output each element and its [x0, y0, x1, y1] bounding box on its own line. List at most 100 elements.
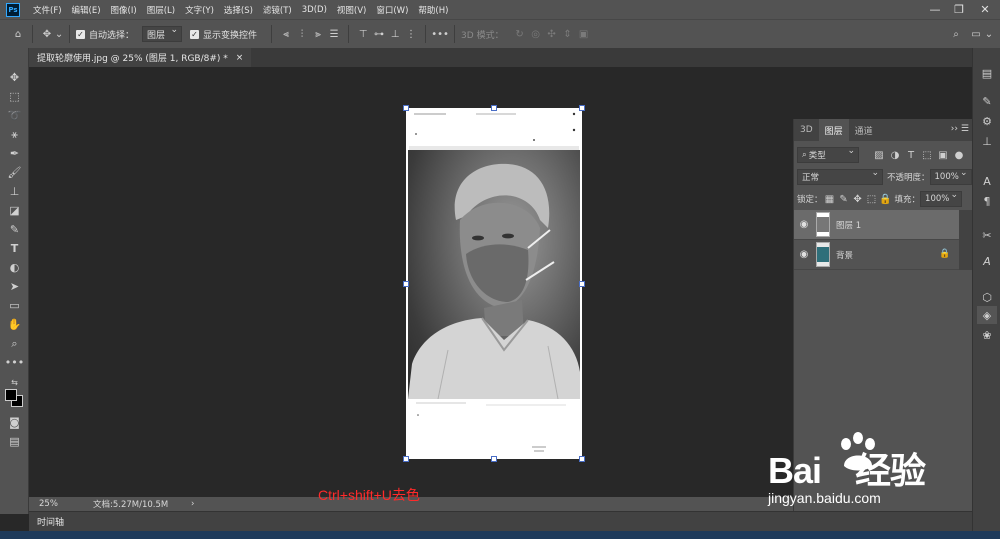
layer-row[interactable]: ◉ 背景 🔒	[794, 240, 959, 270]
collapse-panel-icon[interactable]: ››	[951, 124, 958, 134]
eyedropper-tool-icon[interactable]: ✒	[5, 145, 24, 162]
3d-pan-icon[interactable]: ✣	[544, 26, 560, 42]
visibility-eye-icon[interactable]: ◉	[794, 219, 814, 230]
stamp-tool-icon[interactable]: ⊥	[5, 183, 24, 200]
transform-handle-top[interactable]	[491, 105, 497, 111]
status-menu-arrow[interactable]: ›	[191, 499, 194, 509]
menu-edit[interactable]: 编辑(E)	[67, 4, 106, 16]
character-panel-icon[interactable]: A	[977, 172, 997, 190]
fill-input[interactable]: 100%	[920, 190, 963, 207]
panel-menu-icon[interactable]: ☰	[961, 124, 969, 134]
align-left-icon[interactable]: ⫷	[278, 26, 294, 42]
filter-shape-icon[interactable]: ⬚	[919, 147, 935, 163]
distribute-icon[interactable]: ☰	[326, 26, 342, 42]
glyphs-icon[interactable]: A	[977, 252, 997, 270]
move-tool-icon[interactable]: ✥	[39, 26, 55, 42]
lock-artboard-icon[interactable]: ⬚	[865, 191, 879, 207]
menu-3d[interactable]: 3D(D)	[297, 5, 332, 15]
lock-pixels-icon[interactable]: ✎	[837, 191, 851, 207]
layers-panel-icon[interactable]: ◈	[977, 306, 997, 324]
filter-adjustment-icon[interactable]: ◑	[887, 147, 903, 163]
screen-mode-icon[interactable]: ▤	[5, 433, 24, 450]
type-tool-icon[interactable]: T	[5, 240, 24, 257]
minimize-button[interactable]: —	[922, 0, 948, 19]
transform-handle-top-left[interactable]	[403, 105, 409, 111]
more-tools-icon[interactable]: •••	[5, 354, 24, 371]
zoom-tool-icon[interactable]: ⌕	[5, 335, 24, 352]
align-top-icon[interactable]: ⊤	[355, 26, 371, 42]
menu-filter[interactable]: 滤镜(T)	[258, 4, 297, 16]
zoom-level[interactable]: 25%	[39, 499, 89, 509]
lock-all-icon[interactable]: 🔒	[879, 191, 893, 207]
filter-type-icon[interactable]: T	[903, 147, 919, 163]
3d-slide-icon[interactable]: ⇕	[560, 26, 576, 42]
workspace-icon[interactable]: ▭	[968, 26, 984, 42]
align-bottom-icon[interactable]: ⊥	[387, 26, 403, 42]
search-icon[interactable]: ⌕	[948, 26, 964, 42]
pen-tool-icon[interactable]: ✎	[5, 221, 24, 238]
menu-type[interactable]: 文字(Y)	[180, 4, 219, 16]
eraser-tool-icon[interactable]: ◪	[5, 202, 24, 219]
brush-settings-icon[interactable]: ✎	[977, 92, 997, 110]
chevron-down-icon[interactable]: ⌄	[984, 26, 994, 42]
menu-layer[interactable]: 图层(L)	[142, 4, 180, 16]
transform-handle-bottom-right[interactable]	[579, 456, 585, 462]
3d-panel-icon[interactable]: ⬡	[977, 288, 997, 306]
menu-help[interactable]: 帮助(H)	[413, 4, 453, 16]
channels-panel-icon[interactable]: ❀	[977, 326, 997, 344]
layer-row[interactable]: ◉ 图层 1	[794, 210, 959, 240]
brush-tool-icon[interactable]: 🖌	[5, 164, 24, 181]
layer-filter-dropdown[interactable]: ⌕ 类型	[797, 146, 859, 163]
marquee-tool-icon[interactable]: ⬚	[5, 88, 24, 105]
menu-image[interactable]: 图像(I)	[106, 4, 142, 16]
menu-view[interactable]: 视图(V)	[332, 4, 371, 16]
magic-wand-tool-icon[interactable]: ⚹	[5, 126, 24, 143]
opacity-input[interactable]: 100%	[929, 168, 972, 185]
quick-mask-icon[interactable]: ◙	[5, 414, 24, 431]
transform-handle-left[interactable]	[403, 281, 409, 287]
path-select-tool-icon[interactable]: ◐	[5, 259, 24, 276]
visibility-eye-icon[interactable]: ◉	[794, 249, 814, 260]
timeline-panel-tab[interactable]: 时间轴	[29, 511, 972, 531]
move-tool-icon[interactable]: ✥	[5, 69, 24, 86]
close-tab-icon[interactable]: ×	[236, 53, 244, 63]
transform-handle-bottom[interactable]	[491, 456, 497, 462]
chevron-down-icon[interactable]: ⌄	[55, 26, 63, 42]
tab-3d[interactable]: 3D	[794, 119, 819, 141]
clone-source-icon[interactable]: ⊥	[977, 132, 997, 150]
auto-select-dropdown[interactable]: 图层	[142, 25, 183, 42]
document-canvas[interactable]	[406, 108, 582, 459]
menu-window[interactable]: 窗口(W)	[371, 4, 413, 16]
more-options-icon[interactable]: •••	[431, 26, 449, 42]
paragraph-panel-icon[interactable]: ¶	[977, 192, 997, 210]
history-panel-icon[interactable]: ▤	[977, 64, 997, 82]
show-transform-checkbox[interactable]: ✓ 显示变换控件	[190, 28, 257, 41]
filter-pixel-icon[interactable]: ▨	[871, 147, 887, 163]
home-icon[interactable]: ⌂	[10, 26, 26, 42]
tab-layers[interactable]: 图层	[818, 119, 849, 141]
transform-handle-right[interactable]	[579, 281, 585, 287]
3d-rotate-icon[interactable]: ↻	[512, 26, 528, 42]
restore-button[interactable]: ❐	[946, 0, 972, 19]
lock-transparent-icon[interactable]: ▦	[823, 191, 837, 207]
close-button[interactable]: ✕	[972, 0, 998, 19]
blend-mode-dropdown[interactable]: 正常	[797, 168, 883, 185]
align-right-icon[interactable]: ⫸	[310, 26, 326, 42]
distribute-v-icon[interactable]: ⋮	[403, 26, 419, 42]
transform-handle-top-right[interactable]	[579, 105, 585, 111]
3d-roll-icon[interactable]: ◎	[528, 26, 544, 42]
auto-select-checkbox[interactable]: ✓ 自动选择：	[76, 28, 134, 41]
adjustments-icon[interactable]: ⚙	[977, 112, 997, 130]
direct-select-tool-icon[interactable]: ➤	[5, 278, 24, 295]
menu-select[interactable]: 选择(S)	[219, 4, 258, 16]
lock-position-icon[interactable]: ✥	[851, 191, 865, 207]
filter-toggle-icon[interactable]: ●	[951, 147, 967, 163]
layers-scrollbar[interactable]	[959, 210, 972, 270]
rectangle-tool-icon[interactable]: ▭	[5, 297, 24, 314]
foreground-color-swatch[interactable]	[5, 389, 17, 401]
filter-smart-object-icon[interactable]: ▣	[935, 147, 951, 163]
lasso-tool-icon[interactable]: ➰	[5, 107, 24, 124]
align-center-h-icon[interactable]: ⫶	[294, 26, 310, 42]
transform-handle-bottom-left[interactable]	[403, 456, 409, 462]
tab-channels[interactable]: 通道	[849, 119, 879, 141]
